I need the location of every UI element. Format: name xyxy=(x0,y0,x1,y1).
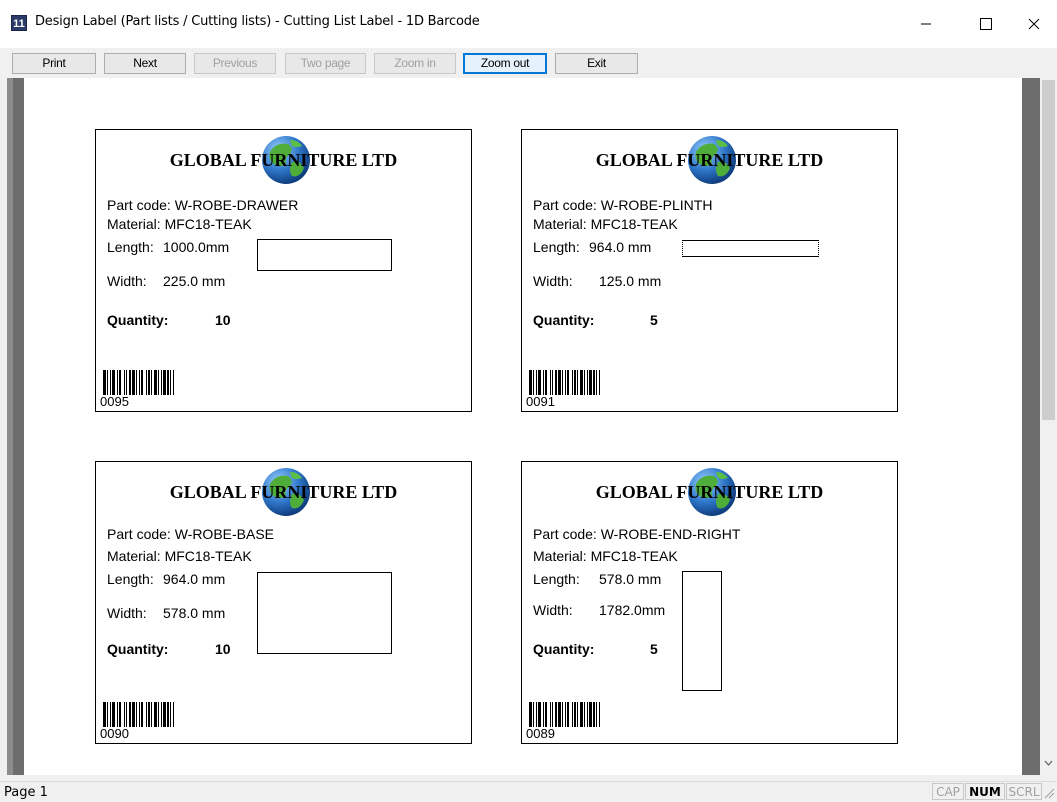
label-card: GLOBAL FURNITURE LTD Part code: W-ROBE-B… xyxy=(95,461,472,744)
cap-indicator: CAP xyxy=(932,783,964,800)
width-label: Width: xyxy=(107,273,147,289)
width-label: Width: xyxy=(533,273,573,289)
two-page-button[interactable]: Two page xyxy=(285,53,366,74)
barcode-number: 0090 xyxy=(100,726,129,741)
length-value: 578.0 mm xyxy=(599,571,662,587)
window-title: Design Label (Part lists / Cutting lists… xyxy=(35,14,480,29)
scroll-down-icon[interactable] xyxy=(1043,757,1054,769)
length-label: Length: xyxy=(533,571,580,587)
part-code: Part code: W-ROBE-BASE xyxy=(107,526,275,542)
close-icon xyxy=(1028,18,1040,30)
width-value: 225.0 mm xyxy=(163,273,226,289)
barcode xyxy=(103,370,174,395)
quantity-value: 5 xyxy=(650,641,658,657)
length-label: Length: xyxy=(533,239,580,255)
width-value: 125.0 mm xyxy=(599,273,662,289)
maximize-button[interactable] xyxy=(963,0,1009,48)
quantity-value: 10 xyxy=(215,641,231,657)
quantity-label: Quantity: xyxy=(107,312,169,328)
next-button[interactable]: Next xyxy=(104,53,186,74)
part-code: Part code: W-ROBE-END-RIGHT xyxy=(533,526,741,542)
barcode-number: 0089 xyxy=(526,726,555,741)
part-code: Part code: W-ROBE-PLINTH xyxy=(533,197,713,213)
part-shape-diagram xyxy=(257,239,392,271)
barcode-number: 0091 xyxy=(526,394,555,409)
part-shape-diagram xyxy=(682,240,819,257)
width-value: 1782.0mm xyxy=(599,602,666,618)
part-code: Part code: W-ROBE-DRAWER xyxy=(107,197,299,213)
minimize-icon xyxy=(921,23,931,25)
scrollbar-thumb[interactable] xyxy=(1042,80,1055,420)
company-name: GLOBAL FURNITURE LTD xyxy=(595,150,824,170)
quantity-value: 5 xyxy=(650,312,658,328)
length-value: 964.0 mm xyxy=(589,239,652,255)
barcode-number: 0095 xyxy=(100,394,129,409)
barcode xyxy=(529,702,600,727)
length-value: 964.0 mm xyxy=(163,571,226,587)
exit-button[interactable]: Exit xyxy=(555,53,638,74)
zoom-out-button[interactable]: Zoom out xyxy=(463,53,547,74)
material: Material: MFC18-TEAK xyxy=(107,216,252,232)
barcode xyxy=(103,702,174,727)
viewport-left-border xyxy=(7,78,13,775)
width-label: Width: xyxy=(533,602,573,618)
scrl-indicator: SCRL xyxy=(1006,783,1042,800)
status-bar: Page 1 CAP NUM SCRL xyxy=(0,781,1057,802)
title-bar: 11 Design Label (Part lists / Cutting li… xyxy=(0,0,1057,48)
width-label: Width: xyxy=(107,605,147,621)
company-name: GLOBAL FURNITURE LTD xyxy=(169,150,398,170)
resize-grip-icon[interactable] xyxy=(1043,787,1055,799)
material: Material: MFC18-TEAK xyxy=(107,548,252,564)
quantity-label: Quantity: xyxy=(533,641,595,657)
length-value: 1000.0mm xyxy=(163,239,230,255)
quantity-label: Quantity: xyxy=(533,312,595,328)
app-icon: 11 xyxy=(11,15,27,31)
length-label: Length: xyxy=(107,239,154,255)
zoom-in-button[interactable]: Zoom in xyxy=(374,53,456,74)
quantity-value: 10 xyxy=(215,312,231,328)
toolbar: Print Next Previous Two page Zoom in Zoo… xyxy=(0,48,1057,75)
minimize-button[interactable] xyxy=(903,0,949,48)
quantity-label: Quantity: xyxy=(107,641,169,657)
material: Material: MFC18-TEAK xyxy=(533,548,678,564)
label-card: GLOBAL FURNITURE LTD Part code: W-ROBE-D… xyxy=(95,129,472,412)
label-card: GLOBAL FURNITURE LTD Part code: W-ROBE-E… xyxy=(521,461,898,744)
part-shape-diagram xyxy=(682,571,722,691)
label-card: GLOBAL FURNITURE LTD Part code: W-ROBE-P… xyxy=(521,129,898,412)
company-name: GLOBAL FURNITURE LTD xyxy=(595,482,824,502)
previous-button[interactable]: Previous xyxy=(194,53,276,74)
barcode xyxy=(529,370,600,395)
part-shape-diagram xyxy=(257,572,392,654)
num-indicator: NUM xyxy=(965,783,1005,800)
page-indicator: Page 1 xyxy=(4,785,48,800)
print-button[interactable]: Print xyxy=(12,53,96,74)
width-value: 578.0 mm xyxy=(163,605,226,621)
company-name: GLOBAL FURNITURE LTD xyxy=(169,482,398,502)
length-label: Length: xyxy=(107,571,154,587)
close-button[interactable] xyxy=(1011,0,1057,48)
material: Material: MFC18-TEAK xyxy=(533,216,678,232)
maximize-icon xyxy=(980,18,992,30)
